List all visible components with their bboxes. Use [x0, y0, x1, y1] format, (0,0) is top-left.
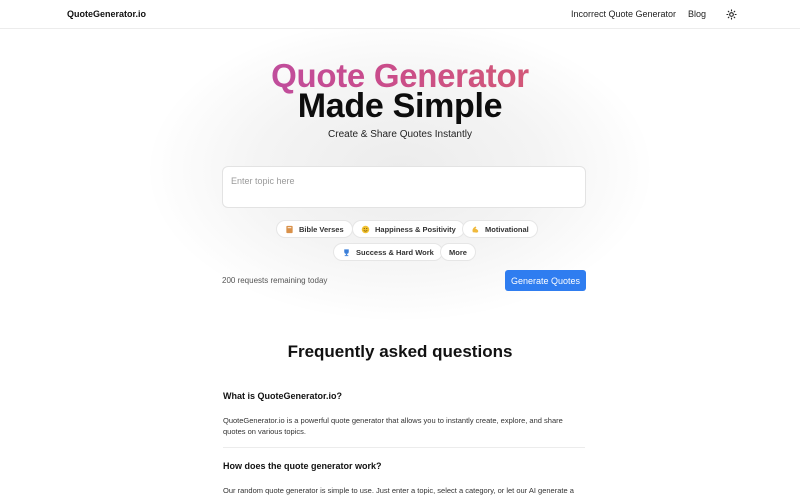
chip-label: Bible Verses — [299, 224, 344, 234]
smile-icon — [361, 225, 370, 234]
faq-divider — [223, 447, 585, 448]
faq-question[interactable]: What is QuoteGenerator.io? — [223, 391, 342, 401]
chip-bible-verses[interactable]: Bible Verses — [276, 220, 353, 238]
hero-title: Made Simple — [297, 87, 503, 125]
generate-quotes-button[interactable]: Generate Quotes — [505, 270, 586, 291]
muscle-icon — [471, 225, 480, 234]
hero-subtitle: Create & Share Quotes Instantly — [328, 129, 472, 140]
chip-label: Motivational — [485, 224, 529, 234]
chip-motivational[interactable]: Motivational — [462, 220, 538, 238]
nav-link-incorrect-quote-generator[interactable]: Incorrect Quote Generator — [571, 9, 676, 19]
topic-input[interactable] — [222, 166, 586, 208]
chip-happiness-positivity[interactable]: Happiness & Positivity — [352, 220, 465, 238]
top-navbar: QuoteGenerator.io Incorrect Quote Genera… — [0, 0, 800, 29]
sun-icon — [725, 8, 737, 20]
book-icon — [285, 225, 294, 234]
chip-label: More — [449, 247, 467, 257]
chip-label: Success & Hard Work — [356, 247, 434, 257]
requests-remaining-text: 200 requests remaining today — [222, 276, 328, 285]
faq-title: Frequently asked questions — [287, 342, 513, 361]
faq-answer: QuoteGenerator.io is a powerful quote ge… — [223, 416, 563, 436]
nav-link-blog[interactable]: Blog — [688, 9, 706, 19]
chip-more[interactable]: More — [440, 243, 476, 261]
trophy-icon — [342, 248, 351, 257]
site-logo[interactable]: QuoteGenerator.io — [67, 9, 146, 19]
chip-success-hard-work[interactable]: Success & Hard Work — [333, 243, 443, 261]
faq-question[interactable]: How does the quote generator work? — [223, 461, 382, 471]
chip-label: Happiness & Positivity — [375, 224, 456, 234]
theme-toggle-button[interactable] — [724, 7, 738, 21]
faq-answer: Our random quote generator is simple to … — [223, 486, 574, 495]
